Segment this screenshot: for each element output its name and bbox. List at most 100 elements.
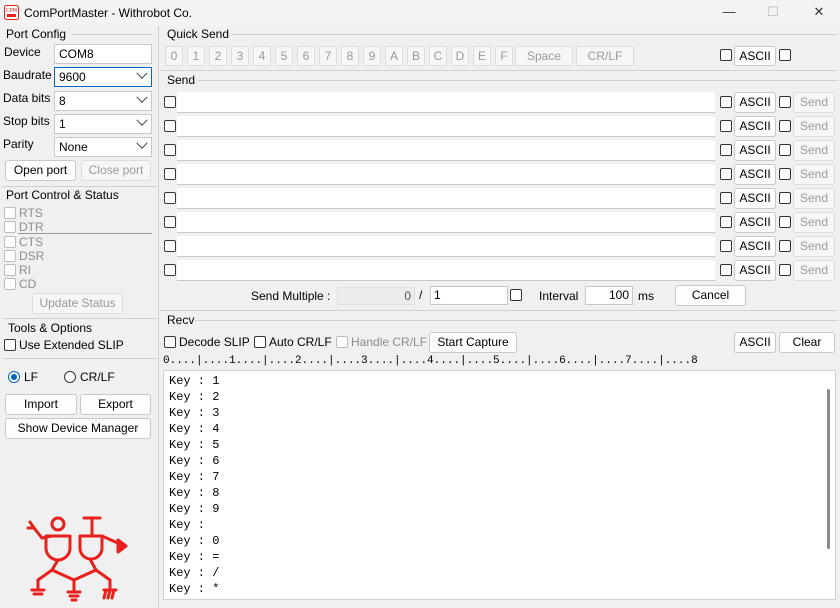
send-row-checkbox[interactable] [164, 264, 176, 276]
send-row-send-button: Send [793, 92, 835, 113]
send-row-ascii-checkbox[interactable] [720, 264, 732, 276]
interval-field[interactable]: 100 [585, 286, 633, 305]
minimize-button[interactable]: — [722, 5, 736, 19]
databits-select[interactable]: 8 [54, 91, 152, 111]
baudrate-label: Baudrate [3, 68, 52, 82]
send-row-option-checkbox[interactable] [779, 144, 791, 156]
decode-slip-checkbox[interactable] [164, 336, 176, 348]
send-row-input[interactable] [177, 92, 715, 113]
send-row-ascii-checkbox[interactable] [720, 192, 732, 204]
send-row-ascii-button[interactable]: ASCII [734, 212, 776, 233]
import-button[interactable]: Import [5, 394, 77, 415]
start-capture-button[interactable]: Start Capture [429, 332, 517, 353]
baudrate-select[interactable]: 9600 [54, 67, 152, 87]
recv-line: Key : [169, 518, 220, 532]
quick-key-button: 6 [297, 46, 315, 66]
chevron-down-icon [136, 114, 148, 126]
quick-key-button: 5 [275, 46, 293, 66]
send-row-checkbox[interactable] [164, 144, 176, 156]
send-row-ascii-button[interactable]: ASCII [734, 188, 776, 209]
send-row-option-checkbox[interactable] [779, 120, 791, 132]
stopbits-value: 1 [59, 117, 66, 131]
dtr-checkbox [4, 221, 16, 233]
device-field[interactable]: COM8 [54, 44, 152, 64]
show-device-manager-button[interactable]: Show Device Manager [5, 418, 151, 439]
recv-ascii-button[interactable]: ASCII [734, 332, 776, 353]
quick-ascii-button[interactable]: ASCII [734, 46, 776, 66]
send-row-input[interactable] [177, 212, 715, 233]
recv-line: Key : = [169, 550, 220, 564]
quick-key-button: A [385, 46, 403, 66]
recv-line: Key : 5 [169, 438, 220, 452]
clear-button[interactable]: Clear [779, 332, 835, 353]
group-divider [160, 310, 838, 311]
update-status-button: Update Status [32, 293, 123, 314]
send-row-ascii-button[interactable]: ASCII [734, 236, 776, 257]
cancel-button[interactable]: Cancel [675, 285, 746, 306]
send-row-ascii-checkbox[interactable] [720, 240, 732, 252]
send-row-option-checkbox[interactable] [779, 192, 791, 204]
group-line [232, 34, 838, 35]
send-row-checkbox[interactable] [164, 240, 176, 252]
send-multiple-checkbox[interactable] [510, 289, 522, 301]
send-row-ascii-button[interactable]: ASCII [734, 164, 776, 185]
send-row-input[interactable] [177, 116, 715, 137]
send-row-checkbox[interactable] [164, 192, 176, 204]
send-row-checkbox[interactable] [164, 216, 176, 228]
open-port-button[interactable]: Open port [5, 160, 76, 181]
quick-key-button: B [407, 46, 425, 66]
send-row-input[interactable] [177, 140, 715, 161]
send-row-input[interactable] [177, 164, 715, 185]
send-row-option-checkbox[interactable] [779, 96, 791, 108]
send-row-ascii-checkbox[interactable] [720, 96, 732, 108]
send-row-checkbox[interactable] [164, 168, 176, 180]
send-row-input[interactable] [177, 260, 715, 281]
send-row-ascii-checkbox[interactable] [720, 216, 732, 228]
cd-checkbox [4, 278, 16, 290]
receive-area[interactable]: Key : 1 Key : 2 Key : 3 Key : 4 Key : 5 Key :… [163, 370, 836, 600]
stopbits-select[interactable]: 1 [54, 114, 152, 134]
send-row-option-checkbox[interactable] [779, 168, 791, 180]
send-row-ascii-button[interactable]: ASCII [734, 92, 776, 113]
quick-key-button: F [495, 46, 513, 66]
send-progress: 0 [337, 287, 415, 305]
send-row-option-checkbox[interactable] [779, 240, 791, 252]
send-row-ascii-button[interactable]: ASCII [734, 116, 776, 137]
recv-scrollbar-thumb[interactable] [827, 389, 830, 549]
send-row-input[interactable] [177, 236, 715, 257]
send-row-checkbox[interactable] [164, 96, 176, 108]
send-row-send-button: Send [793, 260, 835, 281]
send-row-ascii-button[interactable]: ASCII [734, 140, 776, 161]
send-row-option-checkbox[interactable] [779, 264, 791, 276]
group-line [195, 320, 838, 321]
send-row-ascii-checkbox[interactable] [720, 120, 732, 132]
send-row-ascii-button[interactable]: ASCII [734, 260, 776, 281]
control-divider [18, 233, 152, 234]
send-count-field[interactable]: 1 [430, 286, 508, 305]
auto-crlf-checkbox[interactable] [254, 336, 266, 348]
window-title: ComPortMaster - Withrobot Co. [24, 6, 193, 20]
send-row-send-button: Send [793, 140, 835, 161]
group-divider [2, 186, 157, 187]
quick-ascii-checkbox[interactable] [720, 49, 732, 61]
stopbits-label: Stop bits [3, 114, 50, 128]
send-row-input[interactable] [177, 188, 715, 209]
extended-slip-checkbox[interactable] [4, 339, 16, 351]
export-button[interactable]: Export [80, 394, 151, 415]
lf-radio[interactable] [8, 371, 20, 383]
send-row-ascii-checkbox[interactable] [720, 168, 732, 180]
send-row-checkbox[interactable] [164, 120, 176, 132]
recv-line: Key : 7 [169, 470, 220, 484]
send-row-send-button: Send [793, 212, 835, 233]
send-row-ascii-checkbox[interactable] [720, 144, 732, 156]
close-button[interactable]: ✕ [812, 5, 826, 19]
group-divider [2, 358, 157, 359]
quick-option-checkbox[interactable] [779, 49, 791, 61]
quick-key-button: C [429, 46, 447, 66]
quick-crlf-button: CR/LF [576, 46, 634, 66]
interval-label: Interval [539, 289, 579, 303]
quick-key-button: E [473, 46, 491, 66]
send-row-option-checkbox[interactable] [779, 216, 791, 228]
crlf-radio[interactable] [64, 371, 76, 383]
parity-select[interactable]: None [54, 137, 152, 157]
